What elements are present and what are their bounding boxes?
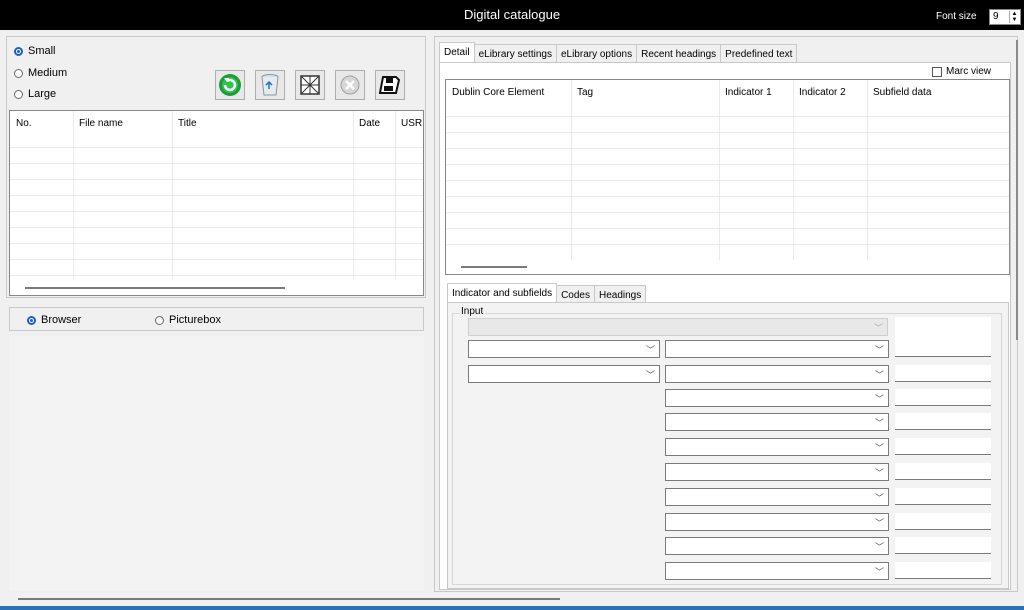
radio-icon xyxy=(14,89,23,99)
size-small-radio[interactable]: Small xyxy=(14,45,56,57)
subfield-text-9[interactable] xyxy=(895,537,991,554)
size-large-radio[interactable]: Large xyxy=(14,88,56,100)
spin-arrows-icon[interactable]: ▲ ▼ xyxy=(1009,11,1019,23)
chevron-down-icon: ﹀ xyxy=(645,370,655,380)
chevron-down-icon: ﹀ xyxy=(874,493,884,503)
col-indicator-2[interactable]: Indicator 2 xyxy=(793,80,867,102)
radio-icon xyxy=(155,315,164,325)
file-table-hscroll[interactable] xyxy=(25,287,285,289)
size-medium-radio[interactable]: Medium xyxy=(14,67,67,79)
chevron-down-icon: ﹀ xyxy=(874,468,884,478)
subfield-combo-4[interactable]: ﹀ xyxy=(665,413,889,431)
tab-detail[interactable]: Detail xyxy=(439,42,475,64)
chevron-down-icon: ﹀ xyxy=(874,542,884,552)
element-table-hscroll[interactable] xyxy=(461,266,527,268)
right-panel-vscroll[interactable] xyxy=(1016,40,1018,340)
col-file-name[interactable]: File name xyxy=(73,111,172,133)
crop-frame-icon xyxy=(300,75,320,95)
chevron-down-icon: ﹀ xyxy=(874,394,884,404)
subfield-combo-10[interactable]: ﹀ xyxy=(665,562,889,580)
col-usri[interactable]: USRI xyxy=(395,111,423,133)
browser-radio[interactable]: Browser xyxy=(27,314,81,326)
cancel-button[interactable] xyxy=(335,70,365,100)
subfield-text-3[interactable] xyxy=(895,389,991,406)
crop-button[interactable] xyxy=(295,70,325,100)
recycle-bin-icon xyxy=(261,74,279,96)
chevron-down-icon: ﹀ xyxy=(874,345,884,355)
subfield-combo-1[interactable]: ﹀ xyxy=(665,340,889,358)
file-table[interactable]: No. File name Title Date USRI xyxy=(9,110,424,296)
cancel-icon xyxy=(340,75,360,95)
radio-icon xyxy=(14,68,23,78)
element-table[interactable]: Dublin Core Element Tag Indicator 1 Indi… xyxy=(445,79,1010,275)
subfield-combo-5[interactable]: ﹀ xyxy=(665,438,889,456)
col-date[interactable]: Date xyxy=(353,111,395,133)
subfield-text-8[interactable] xyxy=(895,513,991,530)
input-combo-main: ﹀ xyxy=(468,318,888,336)
subfield-combo-7[interactable]: ﹀ xyxy=(665,488,889,506)
main-hscroll[interactable] xyxy=(18,598,560,600)
col-subfield-data[interactable]: Subfield data xyxy=(867,80,987,102)
delete-button[interactable] xyxy=(255,70,285,100)
indicator-1-combo[interactable]: ﹀ xyxy=(468,340,660,358)
radio-selected-icon xyxy=(14,46,23,56)
window-title: Digital catalogue xyxy=(463,7,561,22)
floppy-disk-icon xyxy=(379,76,401,94)
subfield-text-5[interactable] xyxy=(895,438,991,455)
font-size-label: Font size xyxy=(936,11,977,22)
input-group-label: Input xyxy=(459,306,486,317)
preview-area[interactable] xyxy=(9,336,424,591)
col-no[interactable]: No. xyxy=(10,111,73,133)
refresh-icon xyxy=(219,74,241,96)
refresh-button[interactable] xyxy=(215,70,245,100)
input-textbox-main[interactable] xyxy=(895,317,991,357)
chevron-down-icon: ﹀ xyxy=(874,370,884,380)
col-tag[interactable]: Tag xyxy=(571,80,719,102)
radio-selected-icon xyxy=(27,315,36,325)
save-button[interactable] xyxy=(375,70,405,100)
subfield-text-7[interactable] xyxy=(895,488,991,505)
col-indicator-1[interactable]: Indicator 1 xyxy=(719,80,793,102)
marc-view-checkbox[interactable]: Marc view xyxy=(932,66,991,77)
indicator-2-combo[interactable]: ﹀ xyxy=(468,365,660,383)
chevron-down-icon: ﹀ xyxy=(874,567,884,577)
font-size-stepper[interactable]: 9 ▲ ▼ xyxy=(989,9,1021,25)
chevron-down-icon: ﹀ xyxy=(874,443,884,453)
picturebox-radio[interactable]: Picturebox xyxy=(155,314,221,326)
subfield-combo-3[interactable]: ﹀ xyxy=(665,389,889,407)
subfield-combo-2[interactable]: ﹀ xyxy=(665,365,889,383)
subfield-text-6[interactable] xyxy=(895,463,991,480)
chevron-down-icon: ﹀ xyxy=(645,345,655,355)
subfield-text-4[interactable] xyxy=(895,413,991,430)
element-table-header: Dublin Core Element Tag Indicator 1 Indi… xyxy=(446,80,987,102)
checkbox-icon xyxy=(932,66,942,77)
bottom-strip xyxy=(0,606,1024,610)
chevron-down-icon: ﹀ xyxy=(874,518,884,528)
subfield-combo-9[interactable]: ﹀ xyxy=(665,537,889,555)
col-title[interactable]: Title xyxy=(172,111,353,133)
subfield-combo-6[interactable]: ﹀ xyxy=(665,463,889,481)
chevron-down-icon: ﹀ xyxy=(873,323,883,333)
title-bar: Digital catalogue Font size 9 ▲ ▼ xyxy=(0,0,1024,30)
chevron-down-icon: ﹀ xyxy=(874,418,884,428)
col-dublin-core-element[interactable]: Dublin Core Element xyxy=(446,80,571,102)
subfield-text-2[interactable] xyxy=(895,365,991,382)
subfield-text-10[interactable] xyxy=(895,562,991,579)
font-size-value: 9 xyxy=(993,11,999,22)
subfield-combo-8[interactable]: ﹀ xyxy=(665,513,889,531)
